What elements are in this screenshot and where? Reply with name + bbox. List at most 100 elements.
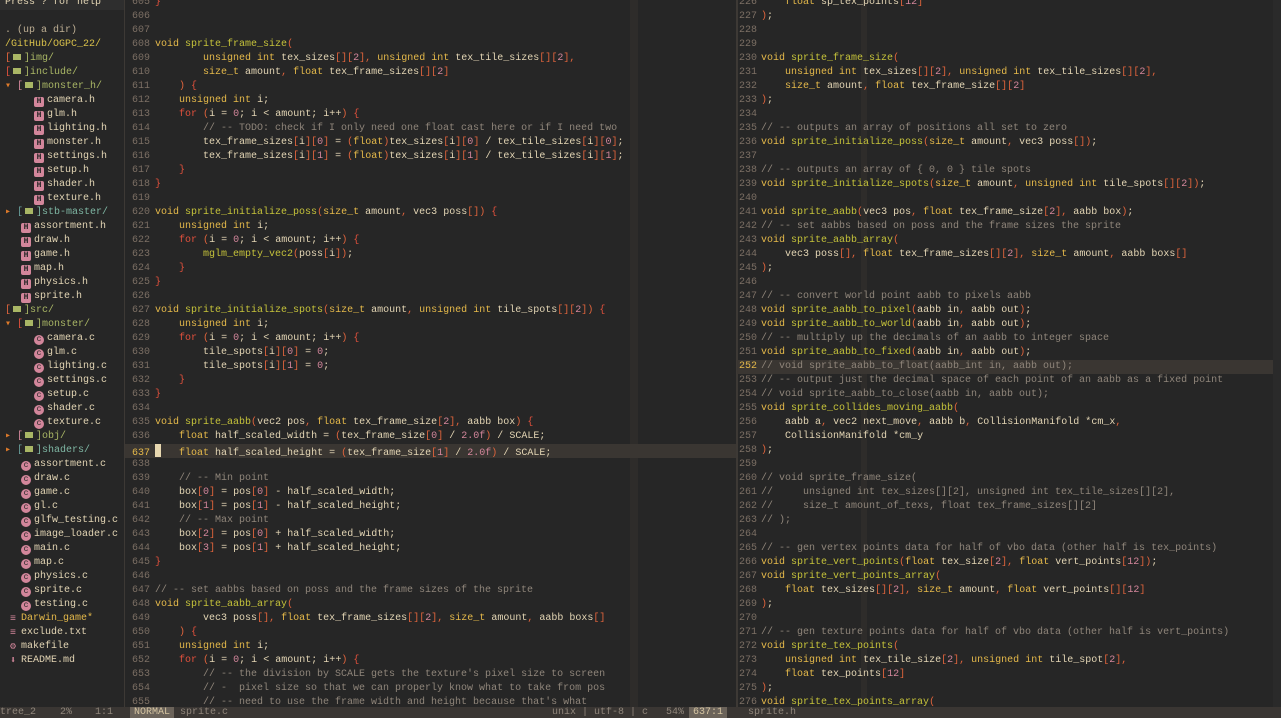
tree-file[interactable]: cimage_loader.c xyxy=(0,528,125,542)
code-line[interactable]: 276void sprite_tex_points_array( xyxy=(737,696,1273,707)
code-line[interactable]: 233); xyxy=(737,94,1273,108)
code-line[interactable]: 611 ) { xyxy=(125,80,736,94)
tree-file[interactable]: ≡exclude.txt xyxy=(0,626,125,640)
code-line[interactable]: 248void sprite_aabb_to_pixel(aabb in, aa… xyxy=(737,304,1273,318)
tree-root-path[interactable]: /GitHub/OGPC_22/ xyxy=(0,38,125,52)
code-line[interactable]: 255void sprite_collides_moving_aabb( xyxy=(737,402,1273,416)
nerdtree-sidebar[interactable]: Press ? for help . (up a dir) /GitHub/OG… xyxy=(0,0,125,707)
tree-file[interactable]: Hmap.h xyxy=(0,262,125,276)
code-line[interactable]: 239void sprite_initialize_spots(size_t a… xyxy=(737,178,1273,192)
code-line[interactable]: 259 xyxy=(737,458,1273,472)
tree-file[interactable]: csetup.c xyxy=(0,388,125,402)
code-line[interactable]: 617 } xyxy=(125,164,736,178)
code-line[interactable]: 262// size_t amount_of_texs, float tex_f… xyxy=(737,500,1273,514)
code-line[interactable]: 655 // -- need to use the frame width an… xyxy=(125,696,736,707)
code-line[interactable]: 226 float sp_tex_points[12] xyxy=(737,0,1273,10)
tree-file[interactable]: Hassortment.h xyxy=(0,220,125,234)
code-line[interactable]: 650 ) { xyxy=(125,626,736,640)
tree-dir[interactable]: []src/ xyxy=(0,304,125,318)
tree-file[interactable]: Hcamera.h xyxy=(0,94,125,108)
code-line[interactable]: 615 tex_frame_sizes[i][0] = (float)tex_s… xyxy=(125,136,736,150)
code-line[interactable]: 265// -- gen vertex points data for half… xyxy=(737,542,1273,556)
code-line[interactable]: 247// -- convert world point aabb to pix… xyxy=(737,290,1273,304)
code-line[interactable]: 639 // -- Min point xyxy=(125,472,736,486)
tree-file[interactable]: ⚙makefile xyxy=(0,640,125,654)
tree-file[interactable]: cglm.c xyxy=(0,346,125,360)
tree-file[interactable]: clighting.c xyxy=(0,360,125,374)
code-line[interactable]: 257 CollisionManifold *cm_y xyxy=(737,430,1273,444)
tree-file[interactable]: Hshader.h xyxy=(0,178,125,192)
tree-dir[interactable]: ▸[]shaders/ xyxy=(0,444,125,458)
code-line[interactable]: 245); xyxy=(737,262,1273,276)
code-line[interactable]: 241void sprite_aabb(vec3 pos, float tex_… xyxy=(737,206,1273,220)
code-line[interactable]: 244 vec3 poss[], float tex_frame_sizes[]… xyxy=(737,248,1273,262)
code-line[interactable]: 648void sprite_aabb_array( xyxy=(125,598,736,612)
tree-file[interactable]: ctesting.c xyxy=(0,598,125,612)
tree-file[interactable]: Hglm.h xyxy=(0,108,125,122)
code-line[interactable]: 644 box[3] = pos[1] + half_scaled_height… xyxy=(125,542,736,556)
tree-file[interactable]: ⬇README.md xyxy=(0,654,125,668)
code-line[interactable]: 227); xyxy=(737,10,1273,24)
tree-dir[interactable]: ▾[]monster_h/ xyxy=(0,80,125,94)
code-line[interactable]: 228 xyxy=(737,24,1273,38)
code-line[interactable]: 647// -- set aabbs based on poss and the… xyxy=(125,584,736,598)
code-line[interactable]: 631 tile_spots[i][1] = 0; xyxy=(125,360,736,374)
tree-file[interactable]: cgame.c xyxy=(0,486,125,500)
code-line[interactable]: 652 for (i = 0; i < amount; i++) { xyxy=(125,654,736,668)
code-line[interactable]: 625} xyxy=(125,276,736,290)
tree-file[interactable]: Hgame.h xyxy=(0,248,125,262)
code-line[interactable]: 253// -- output just the decimal space o… xyxy=(737,374,1273,388)
code-line-current[interactable]: 252// void sprite_aabb_to_float(aabb_int… xyxy=(737,360,1273,374)
tree-dir[interactable]: ▾[]monster/ xyxy=(0,318,125,332)
code-line[interactable]: 249void sprite_aabb_to_world(aabb in, aa… xyxy=(737,318,1273,332)
tree-dir[interactable]: ▸[]stb-master/ xyxy=(0,206,125,220)
code-line[interactable]: 261// unsigned int tex_sizes[][2], unsig… xyxy=(737,486,1273,500)
code-line[interactable]: 229 xyxy=(737,38,1273,52)
code-line[interactable]: 620void sprite_initialize_poss(size_t am… xyxy=(125,206,736,220)
code-line[interactable]: 256 aabb a, vec2 next_move, aabb b, Coll… xyxy=(737,416,1273,430)
tree-file[interactable]: cmain.c xyxy=(0,542,125,556)
tree-file[interactable]: Hsettings.h xyxy=(0,150,125,164)
code-line[interactable]: 271// -- gen texture points data for hal… xyxy=(737,626,1273,640)
code-line[interactable]: 254// void sprite_aabb_to_close(aabb in,… xyxy=(737,388,1273,402)
code-line[interactable]: 616 tex_frame_sizes[i][1] = (float)tex_s… xyxy=(125,150,736,164)
code-line[interactable]: 260// void sprite_frame_size( xyxy=(737,472,1273,486)
code-line[interactable]: 232 size_t amount, float tex_frame_size[… xyxy=(737,80,1273,94)
code-line[interactable]: 236void sprite_initialize_poss(size_t am… xyxy=(737,136,1273,150)
code-line[interactable]: 653 // -- the division by SCALE gets the… xyxy=(125,668,736,682)
tree-dir[interactable]: ▸[]obj/ xyxy=(0,430,125,444)
code-line[interactable]: 230void sprite_frame_size( xyxy=(737,52,1273,66)
code-line[interactable]: 235// -- outputs an array of positions a… xyxy=(737,122,1273,136)
tree-file[interactable]: csettings.c xyxy=(0,374,125,388)
code-line[interactable]: 651 unsigned int i; xyxy=(125,640,736,654)
tree-file[interactable]: Hphysics.h xyxy=(0,276,125,290)
code-line[interactable]: 605} xyxy=(125,0,736,10)
tree-dir[interactable]: []include/ xyxy=(0,66,125,80)
code-line[interactable]: 266void sprite_vert_points(float tex_siz… xyxy=(737,556,1273,570)
code-line[interactable]: 267void sprite_vert_points_array( xyxy=(737,570,1273,584)
code-line[interactable]: 633} xyxy=(125,388,736,402)
tree-file[interactable]: Hdraw.h xyxy=(0,234,125,248)
code-line[interactable]: 627void sprite_initialize_spots(size_t a… xyxy=(125,304,736,318)
code-line[interactable]: 246 xyxy=(737,276,1273,290)
code-line[interactable]: 622 for (i = 0; i < amount; i++) { xyxy=(125,234,736,248)
code-line[interactable]: 624 } xyxy=(125,262,736,276)
code-line-current[interactable]: 637 float half_scaled_height = (tex_fram… xyxy=(125,444,736,458)
code-line[interactable]: 231 unsigned int tex_sizes[][2], unsigne… xyxy=(737,66,1273,80)
code-line[interactable]: 258); xyxy=(737,444,1273,458)
code-line[interactable]: 645} xyxy=(125,556,736,570)
code-line[interactable]: 240 xyxy=(737,192,1273,206)
code-line[interactable]: 643 box[2] = pos[0] + half_scaled_width; xyxy=(125,528,736,542)
code-line[interactable]: 272void sprite_tex_points( xyxy=(737,640,1273,654)
tree-file[interactable]: cmap.c xyxy=(0,556,125,570)
editor-pane-sprite-h[interactable]: 226 float sp_tex_points[12]227);22822923… xyxy=(737,0,1273,707)
code-line[interactable]: 243void sprite_aabb_array( xyxy=(737,234,1273,248)
scrollbar[interactable] xyxy=(1273,0,1281,707)
code-line[interactable]: 614 // -- TODO: check if I only need one… xyxy=(125,122,736,136)
tree-file[interactable]: cassortment.c xyxy=(0,458,125,472)
code-line[interactable]: 237 xyxy=(737,150,1273,164)
code-line[interactable]: 251void sprite_aabb_to_fixed(aabb in, aa… xyxy=(737,346,1273,360)
code-line[interactable]: 632 } xyxy=(125,374,736,388)
code-line[interactable]: 269); xyxy=(737,598,1273,612)
code-line[interactable]: 610 size_t amount, float tex_frame_sizes… xyxy=(125,66,736,80)
